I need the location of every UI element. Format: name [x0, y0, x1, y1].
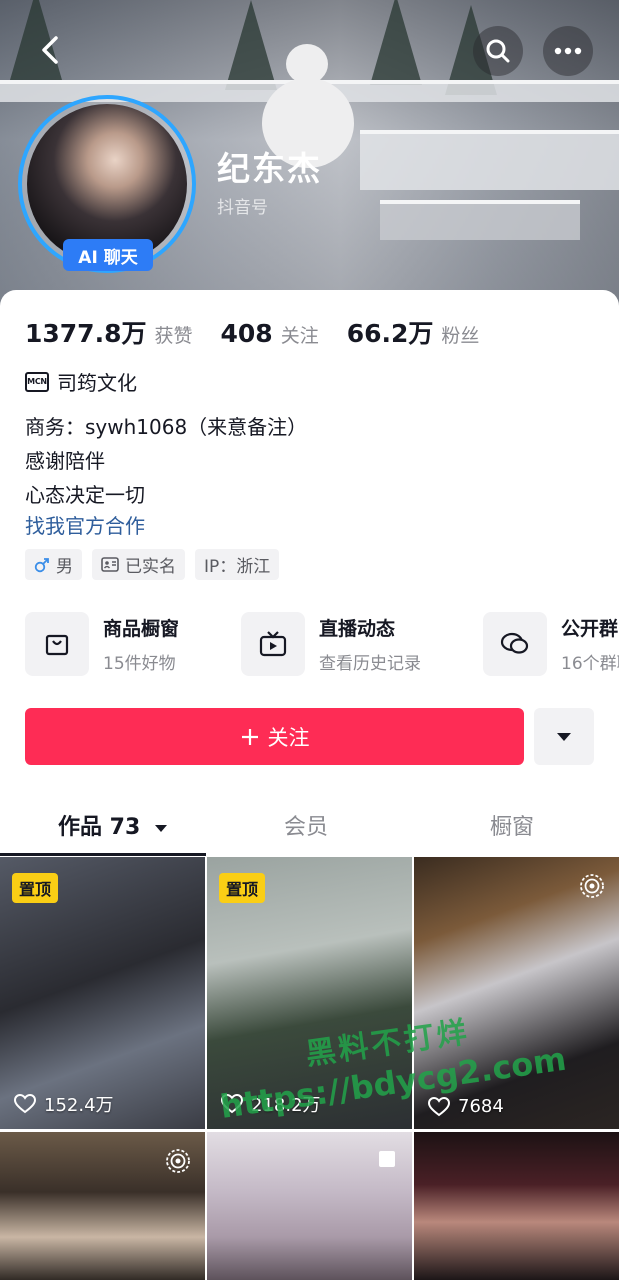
ai-chat-badge[interactable]: AI 聊天 [63, 239, 153, 271]
video-likes-count: 7684 [458, 1096, 504, 1117]
gender-tag: 男 [25, 549, 82, 580]
shortcut-text: 商品橱窗 15件好物 [103, 614, 179, 674]
shortcut-live-history[interactable]: 直播动态 查看历史记录 [241, 612, 421, 676]
search-icon [486, 39, 510, 63]
video-likes: 7684 [428, 1096, 504, 1117]
video-tile[interactable] [0, 1132, 205, 1280]
bag-icon-box [25, 612, 89, 676]
ip-label: IP：浙江 [204, 557, 271, 577]
pinned-badge: 置顶 [12, 873, 59, 903]
follow-button[interactable]: 关注 [25, 708, 524, 765]
mcn-label: 司筠文化 [57, 371, 137, 395]
shortcut-subtitle: 查看历史记录 [319, 654, 421, 674]
shortcut-text: 直播动态 查看历史记录 [319, 614, 421, 674]
tab-works[interactable]: 作品 73 [58, 809, 168, 841]
shortcut-title: 公开群 [561, 618, 619, 640]
likes-count: 1377.8万 [25, 319, 147, 348]
chevron-left-icon [42, 36, 58, 64]
heart-icon [14, 1094, 36, 1114]
official-cooperation-link[interactable]: 找我官方合作 [25, 510, 145, 539]
video-likes-count: 218.2万 [251, 1095, 321, 1116]
male-icon [34, 557, 49, 572]
bio: 商务：sywh1068（来意备注） 感谢陪伴 心态决定一切 [25, 410, 307, 512]
tree-shape [225, 0, 277, 90]
wall-shape [360, 130, 619, 190]
shortcut-subtitle: 15件好物 [103, 654, 176, 674]
profile-card: 1377.8万 获赞 408 关注 66.2万 粉丝 MCN 司筠文化 商务：s… [0, 290, 619, 1280]
video-tile[interactable]: 7684 [414, 857, 619, 1129]
shortcut-product-window[interactable]: 商品橱窗 15件好物 [25, 612, 179, 676]
tv-icon [259, 631, 287, 657]
verified-label: 已实名 [125, 557, 176, 577]
live-icon [580, 874, 604, 898]
stats-row: 1377.8万 获赞 408 关注 66.2万 粉丝 [25, 314, 507, 350]
followers-count[interactable]: 66.2万 [347, 314, 434, 350]
id-card-icon [101, 557, 119, 572]
snowman-shape [286, 44, 328, 84]
shortcut-public-group[interactable]: 公开群 16个群聊 [483, 612, 619, 676]
followers-label[interactable]: 粉丝 [441, 321, 479, 348]
video-likes-count: 152.4万 [44, 1095, 114, 1116]
active-tab-indicator [0, 853, 206, 856]
bag-icon [45, 634, 69, 656]
gender-label: 男 [56, 557, 73, 577]
shortcut-title: 商品橱窗 [103, 618, 180, 640]
following-label[interactable]: 关注 [281, 321, 319, 348]
gallery-icon [379, 1151, 395, 1167]
pinned-badge: 置顶 [219, 873, 266, 903]
video-tile[interactable] [207, 1132, 412, 1280]
video-tile[interactable]: 置顶 218.2万 [207, 857, 412, 1129]
more-options-button[interactable] [543, 26, 593, 76]
profile-header-background: AI 聊天 纪东杰 抖音号 [0, 0, 619, 310]
wall-shape [380, 200, 580, 240]
shortcut-text: 公开群 16个群聊 [561, 614, 619, 674]
mcn-row[interactable]: MCN 司筠文化 [25, 367, 137, 396]
video-tile[interactable] [414, 1132, 619, 1280]
ai-chat-label: AI 聊天 [78, 247, 138, 268]
shortcut-subtitle: 16个群聊 [561, 654, 619, 674]
likes-label: 获赞 [154, 325, 193, 347]
tree-shape [370, 0, 422, 85]
tv-icon-box [241, 612, 305, 676]
tab-member[interactable]: 会员 [284, 809, 328, 841]
shortcut-row: 商品橱窗 15件好物 直播动态 查看历史记录 公开群 16个群聊 [25, 612, 619, 678]
bio-line: 心态决定一切 [25, 483, 145, 507]
follow-label: 关注 [267, 725, 310, 750]
chat-icon [500, 632, 529, 654]
verified-tag: 已实名 [92, 549, 185, 580]
following-count[interactable]: 408 [221, 319, 273, 348]
content-tabs: 作品 73 会员 橱窗 [0, 795, 619, 856]
shortcut-title: 直播动态 [319, 618, 396, 640]
profile-tags: 男 已实名 IP：浙江 [25, 549, 280, 580]
video-tile[interactable]: 置顶 152.4万 [0, 857, 205, 1129]
back-button[interactable] [30, 30, 70, 70]
recommend-dropdown-button[interactable] [534, 708, 594, 765]
plus-icon [241, 728, 258, 745]
video-likes: 152.4万 [14, 1091, 114, 1117]
ip-tag: IP：浙江 [195, 549, 280, 580]
tab-window[interactable]: 橱窗 [490, 809, 534, 841]
tab-works-label: 作品 73 [58, 815, 141, 840]
search-button[interactable] [473, 26, 523, 76]
douyin-id-label: 抖音号 [217, 198, 268, 218]
mcn-icon: MCN [25, 371, 49, 392]
bio-line: 感谢陪伴 [25, 449, 105, 473]
chat-icon-box [483, 612, 547, 676]
live-icon [166, 1149, 190, 1173]
profile-name: 纪东杰 [217, 149, 322, 188]
bio-line: 商务：sywh1068（来意备注） [25, 415, 308, 439]
video-likes: 218.2万 [221, 1091, 321, 1117]
more-dots-icon [554, 47, 582, 55]
heart-icon [428, 1096, 450, 1116]
triangle-down-icon [154, 824, 167, 832]
triangle-down-icon [557, 732, 571, 741]
heart-icon [221, 1094, 243, 1114]
